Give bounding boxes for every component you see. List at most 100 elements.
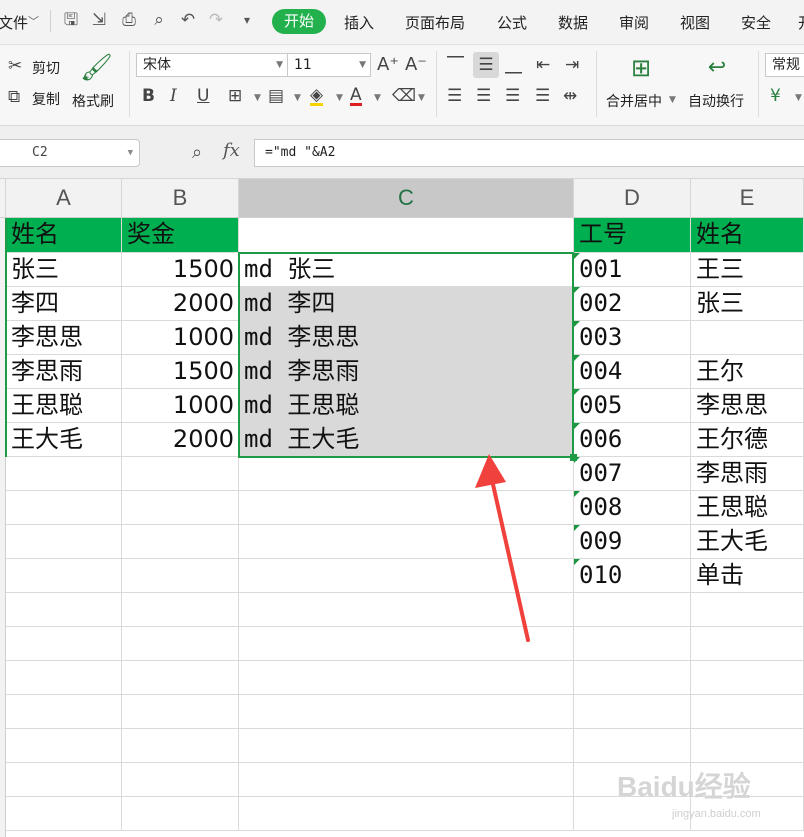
cell-b17[interactable] <box>122 763 239 797</box>
merge-center-icon[interactable]: ⊞ <box>626 54 656 82</box>
cell-d10[interactable]: 009 <box>574 525 691 559</box>
cell-b13[interactable] <box>122 627 239 661</box>
bold-icon[interactable]: B <box>142 86 155 106</box>
cell-d2[interactable]: 001 <box>574 253 691 287</box>
name-box[interactable]: C2 ▼ <box>0 139 140 167</box>
cell-a8[interactable] <box>6 457 122 491</box>
print-preview-icon[interactable]: ⌕ <box>149 10 169 30</box>
zoom-search-icon[interactable]: ⌕ <box>192 142 202 163</box>
cell-a7[interactable]: 王大毛 <box>6 423 122 457</box>
tab-more[interactable]: 开 <box>798 12 804 33</box>
tab-security[interactable]: 安全 <box>741 12 771 33</box>
cell-d9[interactable]: 008 <box>574 491 691 525</box>
format-painter-button[interactable]: 格式刷 <box>72 91 114 111</box>
cell-a1[interactable]: 姓名 <box>6 218 122 253</box>
cell-d11[interactable]: 010 <box>574 559 691 593</box>
cell-c6[interactable]: md 王思聪 <box>239 389 574 423</box>
column-header-b[interactable]: B <box>122 179 239 217</box>
format-painter-icon[interactable]: 🖌 <box>80 53 113 83</box>
cell-b5[interactable]: 1500 <box>122 355 239 389</box>
chevron-down-icon[interactable]: ▼ <box>336 93 343 103</box>
chevron-down-icon[interactable]: ▼ <box>418 93 425 103</box>
cell-b4[interactable]: 1000 <box>122 321 239 355</box>
tab-data[interactable]: 数据 <box>558 12 588 33</box>
cell-e16[interactable] <box>691 729 804 763</box>
cell-d6[interactable]: 005 <box>574 389 691 423</box>
cell-b16[interactable] <box>122 729 239 763</box>
copy-button[interactable]: 复制 <box>32 89 60 109</box>
cell-c3[interactable]: md 李四 <box>239 287 574 321</box>
indent-increase-icon[interactable]: ⇥ <box>565 55 579 75</box>
cell-d1[interactable]: 工号 <box>574 218 691 253</box>
cell-d15[interactable] <box>574 695 691 729</box>
cell-e12[interactable] <box>691 593 804 627</box>
increase-font-icon[interactable]: A⁺ <box>377 55 399 75</box>
distribute-icon[interactable]: ⇹ <box>563 86 577 106</box>
fill-handle[interactable] <box>570 454 577 461</box>
column-header-e[interactable]: E <box>691 179 804 217</box>
cell-a10[interactable] <box>6 525 122 559</box>
cut-button[interactable]: 剪切 <box>32 58 60 78</box>
cell-e11[interactable]: 单击 <box>691 559 804 593</box>
cell-e8[interactable]: 李思雨 <box>691 457 804 491</box>
currency-icon[interactable]: ¥ <box>770 86 781 106</box>
copy-icon[interactable]: ⧉ <box>8 87 20 107</box>
cell-d12[interactable] <box>574 593 691 627</box>
tab-formulas[interactable]: 公式 <box>497 12 527 33</box>
underline-icon[interactable]: U <box>197 86 209 106</box>
wrap-text-button[interactable]: 自动换行 <box>688 91 744 111</box>
cell-b6[interactable]: 1000 <box>122 389 239 423</box>
number-format-select[interactable]: 常规 <box>765 53 804 77</box>
fill-color-icon[interactable]: ◈ <box>310 85 324 106</box>
align-right-icon[interactable]: ☰ <box>505 86 520 106</box>
tab-review[interactable]: 审阅 <box>619 12 649 33</box>
cell-e2[interactable]: 王三 <box>691 253 804 287</box>
cell-c18[interactable] <box>239 797 574 831</box>
tab-start[interactable]: 开始 <box>272 9 326 34</box>
cell-b3[interactable]: 2000 <box>122 287 239 321</box>
cell-d8[interactable]: 007 <box>574 457 691 491</box>
wrap-text-icon[interactable]: ↩ <box>702 54 732 82</box>
cell-b2[interactable]: 1500 <box>122 253 239 287</box>
cell-e4[interactable] <box>691 321 804 355</box>
cell-a2[interactable]: 张三 <box>6 253 122 287</box>
font-name-select[interactable]: 宋体 ▼ <box>136 53 288 77</box>
cell-e5[interactable]: 王尔 <box>691 355 804 389</box>
cell-a3[interactable]: 李四 <box>6 287 122 321</box>
chevron-down-icon[interactable]: ﹀ <box>28 13 39 29</box>
cell-d13[interactable] <box>574 627 691 661</box>
italic-icon[interactable]: I <box>170 86 177 106</box>
align-middle-icon[interactable]: ☰ <box>473 52 499 78</box>
fx-icon[interactable]: fx <box>223 140 240 161</box>
cell-b15[interactable] <box>122 695 239 729</box>
cell-a13[interactable] <box>6 627 122 661</box>
cell-e1[interactable]: 姓名 <box>691 218 804 253</box>
cell-b12[interactable] <box>122 593 239 627</box>
cell-d16[interactable] <box>574 729 691 763</box>
cell-e3[interactable]: 张三 <box>691 287 804 321</box>
cell-b1[interactable]: 奖金 <box>122 218 239 253</box>
file-menu[interactable]: 文件 <box>0 12 28 33</box>
cell-d14[interactable] <box>574 661 691 695</box>
border-icon[interactable]: ⊞ <box>228 86 242 106</box>
cell-a15[interactable] <box>6 695 122 729</box>
cell-e9[interactable]: 王思聪 <box>691 491 804 525</box>
cell-a18[interactable] <box>6 797 122 831</box>
cell-c4[interactable]: md 李思思 <box>239 321 574 355</box>
cell-b10[interactable] <box>122 525 239 559</box>
align-left-icon[interactable]: ☰ <box>447 86 462 106</box>
font-color-icon[interactable]: A <box>350 85 362 106</box>
cell-e13[interactable] <box>691 627 804 661</box>
tab-insert[interactable]: 插入 <box>344 12 374 33</box>
align-center-icon[interactable]: ☰ <box>476 86 491 106</box>
cell-a5[interactable]: 李思雨 <box>6 355 122 389</box>
cell-c15[interactable] <box>239 695 574 729</box>
column-header-c[interactable]: C <box>239 179 574 217</box>
cell-a11[interactable] <box>6 559 122 593</box>
column-header-d[interactable]: D <box>574 179 691 217</box>
cell-b11[interactable] <box>122 559 239 593</box>
cell-a14[interactable] <box>6 661 122 695</box>
cell-d5[interactable]: 004 <box>574 355 691 389</box>
chevron-down-icon[interactable]: ▼ <box>795 93 802 103</box>
cell-a4[interactable]: 李思思 <box>6 321 122 355</box>
